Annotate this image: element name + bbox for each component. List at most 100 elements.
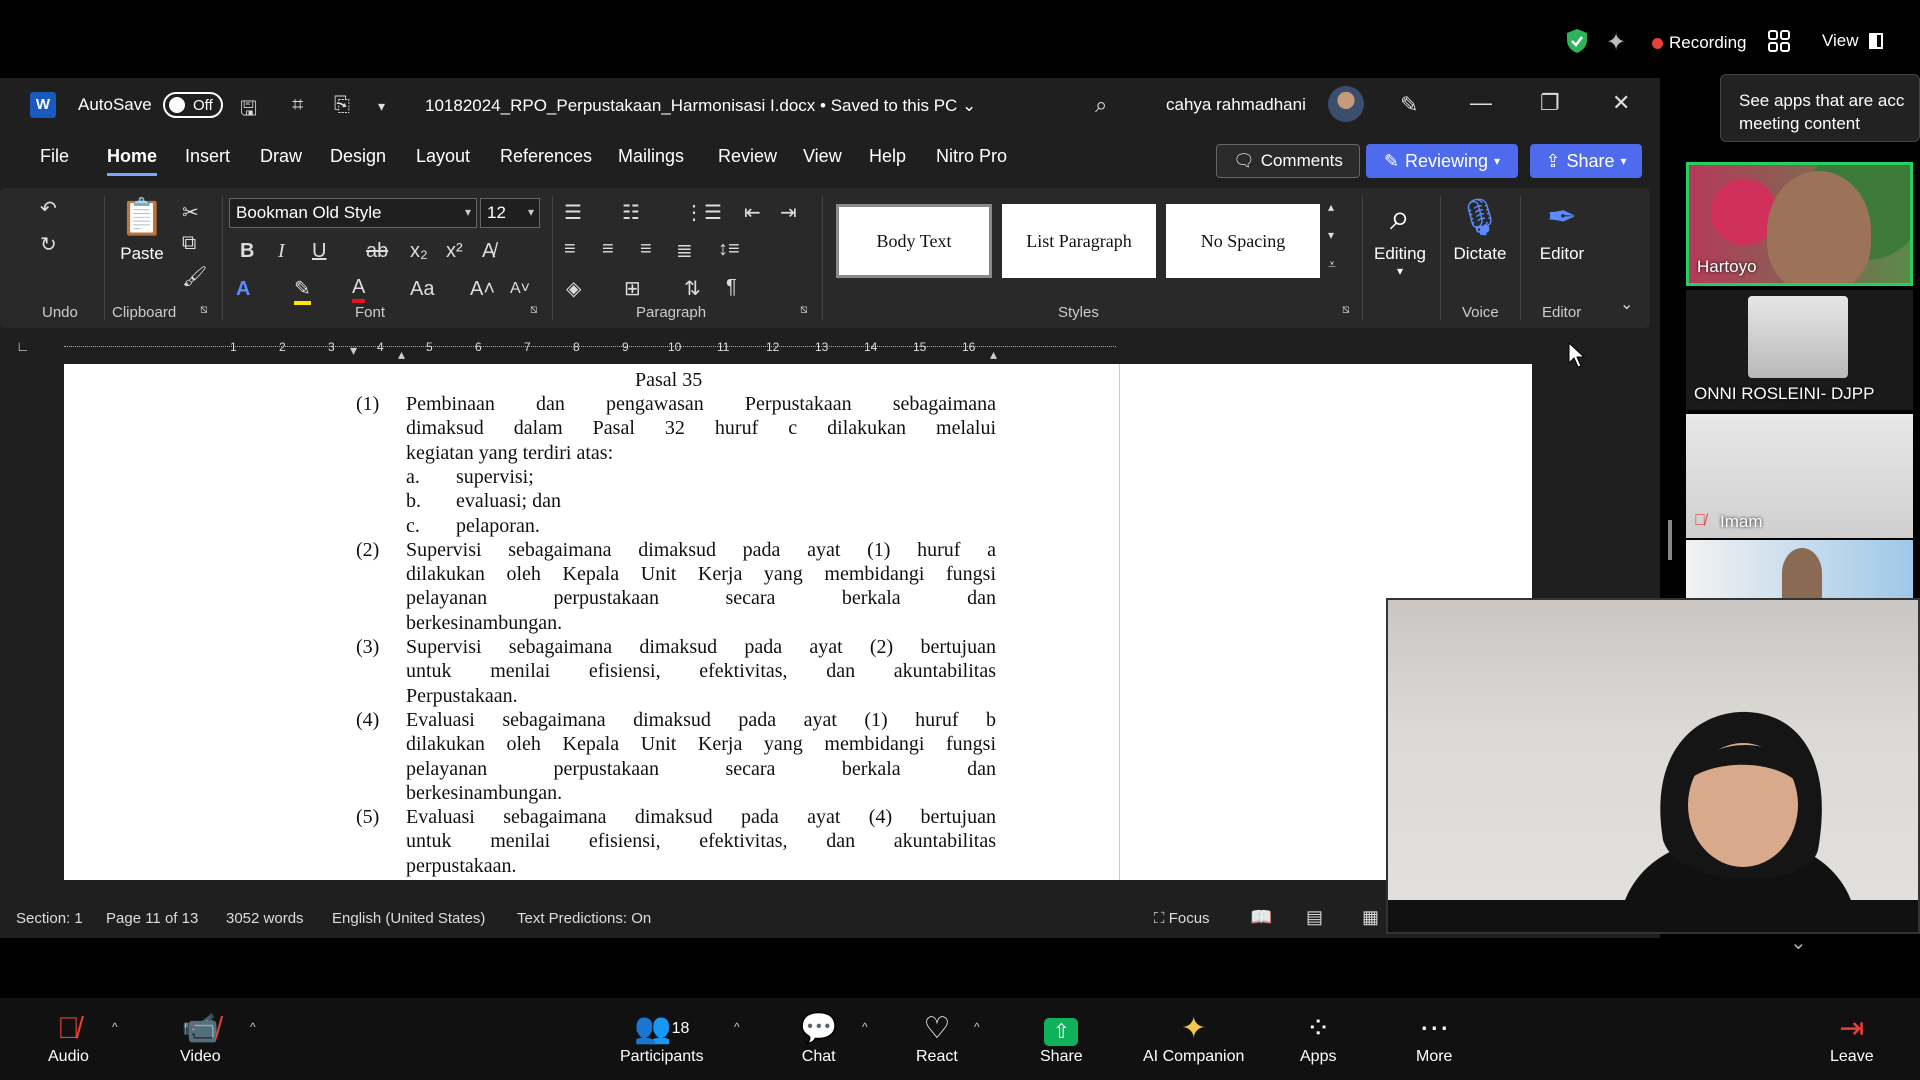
- highlight-icon[interactable]: ✎: [294, 276, 311, 305]
- bold-icon[interactable]: B: [240, 240, 254, 263]
- font-size-select[interactable]: 12 ▾: [480, 198, 540, 228]
- editor-button[interactable]: ✒ Editor: [1526, 196, 1598, 264]
- panel-resize-handle[interactable]: [1668, 520, 1672, 560]
- document-page[interactable]: Pasal 35 (1) Pembinaan dan pengawasan Per…: [64, 364, 1532, 880]
- print-layout-view-icon[interactable]: ▤: [1306, 907, 1323, 928]
- tab-help[interactable]: Help: [869, 146, 906, 167]
- tab-nitro-pro[interactable]: Nitro Pro: [936, 146, 1007, 167]
- chevron-down-icon[interactable]: ⌄: [1790, 930, 1807, 955]
- shading-icon[interactable]: ◈: [566, 276, 581, 301]
- pen-icon[interactable]: ✎: [1400, 92, 1418, 118]
- undo-icon[interactable]: ↶: [40, 196, 57, 221]
- paste-button[interactable]: 📋 Paste: [106, 196, 178, 264]
- clear-formatting-icon[interactable]: A̸: [482, 240, 495, 263]
- dialog-launcher-icon[interactable]: ⧅: [800, 302, 808, 317]
- tab-design[interactable]: Design: [330, 146, 386, 167]
- dictate-button[interactable]: 🎙 Dictate: [1444, 196, 1516, 264]
- shrink-font-icon[interactable]: A˅: [510, 280, 530, 298]
- share-button[interactable]: ⇪ Share ▾: [1530, 144, 1642, 178]
- font-name-select[interactable]: Bookman Old Style ▾: [229, 198, 477, 228]
- status-section[interactable]: Section: 1: [16, 910, 83, 927]
- collapse-ribbon-icon[interactable]: ⌄: [1620, 294, 1633, 314]
- react-options-caret-icon[interactable]: ^: [974, 1020, 980, 1034]
- borders-icon[interactable]: ⊞: [624, 276, 641, 301]
- save-icon[interactable]: 🖫: [240, 94, 257, 128]
- align-left-icon[interactable]: ≡: [564, 238, 576, 261]
- styles-scroll-down-icon[interactable]: ▾: [1328, 228, 1334, 242]
- participant-tile[interactable]: [1686, 540, 1913, 598]
- read-mode-icon[interactable]: 📖: [1250, 907, 1272, 928]
- view-button[interactable]: View: [1822, 31, 1883, 51]
- comments-button[interactable]: 🗨 Comments: [1216, 144, 1360, 178]
- print-layout-icon[interactable]: ⎘: [334, 94, 350, 117]
- tab-references[interactable]: References: [500, 146, 592, 167]
- close-icon[interactable]: ✕: [1612, 90, 1630, 116]
- align-right-icon[interactable]: ≡: [640, 238, 652, 261]
- tab-view[interactable]: View: [803, 146, 842, 167]
- dialog-launcher-icon[interactable]: ⧅: [200, 302, 208, 317]
- ai-companion-button[interactable]: ✦ AI Companion: [1143, 1010, 1244, 1066]
- apps-button[interactable]: ⁘ Apps: [1300, 1010, 1336, 1066]
- font-color-icon[interactable]: A: [352, 276, 366, 303]
- tab-review[interactable]: Review: [718, 146, 777, 167]
- participant-tile[interactable]: Hartoyo: [1686, 162, 1913, 286]
- sort-icon[interactable]: ⇅: [684, 276, 701, 301]
- editing-button[interactable]: ⌕ Editing ▾: [1364, 196, 1436, 278]
- superscript-icon[interactable]: x²: [446, 240, 463, 263]
- react-button[interactable]: ♡ React: [916, 1010, 958, 1066]
- styles-more-icon[interactable]: ⩡: [1328, 256, 1336, 273]
- right-indent-icon[interactable]: ▴: [990, 346, 997, 363]
- underline-icon[interactable]: U: [312, 240, 326, 263]
- autosave-toggle[interactable]: Off: [163, 92, 223, 118]
- leave-button[interactable]: ⇥ Leave: [1830, 1010, 1874, 1066]
- italic-icon[interactable]: I: [278, 240, 285, 263]
- chat-options-caret-icon[interactable]: ^: [862, 1020, 868, 1034]
- justify-icon[interactable]: ≣: [676, 238, 693, 263]
- bullets-icon[interactable]: ☰: [564, 200, 582, 225]
- format-painter-icon[interactable]: 🖌: [182, 264, 207, 289]
- tab-insert[interactable]: Insert: [185, 146, 230, 167]
- strikethrough-icon[interactable]: ab: [366, 240, 388, 263]
- tab-draw[interactable]: Draw: [260, 146, 302, 167]
- participants-options-caret-icon[interactable]: ^: [734, 1020, 740, 1034]
- share-screen-button[interactable]: ⇧ Share: [1040, 1010, 1083, 1066]
- ai-sparkle-icon[interactable]: ✦: [1606, 28, 1626, 57]
- reviewing-button[interactable]: ✎ Reviewing ▾: [1366, 144, 1518, 178]
- cut-icon[interactable]: ✂: [182, 200, 199, 225]
- participants-button[interactable]: 👥18 Participants: [620, 1010, 704, 1066]
- styles-scroll-up-icon[interactable]: ▴: [1328, 200, 1334, 214]
- dialog-launcher-icon[interactable]: ⧅: [1342, 302, 1350, 317]
- align-center-icon[interactable]: ≡: [602, 238, 614, 261]
- grow-font-icon[interactable]: A˄: [470, 278, 495, 301]
- ruler[interactable]: ∟ 1 2 3 4 5 6 7 8 9 10 11 12 13 14 15 16…: [0, 336, 1660, 364]
- video-button[interactable]: 📹̸ Video: [180, 1010, 221, 1066]
- indent-marker-icon[interactable]: ▾: [350, 342, 357, 359]
- participant-tile[interactable]: ONNI ROSLEINI- DJPP: [1686, 290, 1913, 410]
- decrease-indent-icon[interactable]: ⇤: [744, 200, 761, 225]
- audio-options-caret-icon[interactable]: ^: [112, 1020, 118, 1034]
- style-body-text[interactable]: Body Text: [836, 204, 992, 278]
- style-no-spacing[interactable]: No Spacing: [1166, 204, 1320, 278]
- increase-indent-icon[interactable]: ⇥: [780, 200, 797, 225]
- status-page[interactable]: Page 11 of 13: [106, 910, 198, 927]
- change-case-icon[interactable]: Aa: [410, 278, 434, 301]
- floating-video-window[interactable]: [1386, 598, 1920, 934]
- document-title[interactable]: 10182024_RPO_Perpustakaan_Harmonisasi I.…: [425, 96, 976, 116]
- more-button[interactable]: ⋯ More: [1416, 1010, 1452, 1066]
- hanging-indent-icon[interactable]: ▴: [398, 346, 405, 363]
- user-name[interactable]: cahya rahmadhani: [1166, 95, 1306, 115]
- show-formatting-icon[interactable]: ¶: [726, 276, 737, 299]
- participant-tile[interactable]: Imam 🎙̸: [1686, 414, 1913, 538]
- avatar[interactable]: [1328, 86, 1364, 122]
- video-options-caret-icon[interactable]: ^: [250, 1020, 256, 1034]
- customize-toolbar-icon[interactable]: ▾: [378, 98, 385, 115]
- redo-icon[interactable]: ↻: [40, 232, 57, 257]
- search-icon[interactable]: ⌕: [1095, 92, 1107, 118]
- crop-icon[interactable]: ⌗: [292, 94, 303, 117]
- multilevel-list-icon[interactable]: ⋮☰: [684, 200, 722, 225]
- focus-button[interactable]: ⛶ Focus: [1154, 910, 1210, 927]
- tab-file[interactable]: File: [40, 146, 69, 167]
- recording-indicator[interactable]: Recording: [1652, 33, 1747, 53]
- tab-selector-icon[interactable]: ∟: [16, 338, 30, 354]
- minimize-icon[interactable]: —: [1470, 90, 1492, 116]
